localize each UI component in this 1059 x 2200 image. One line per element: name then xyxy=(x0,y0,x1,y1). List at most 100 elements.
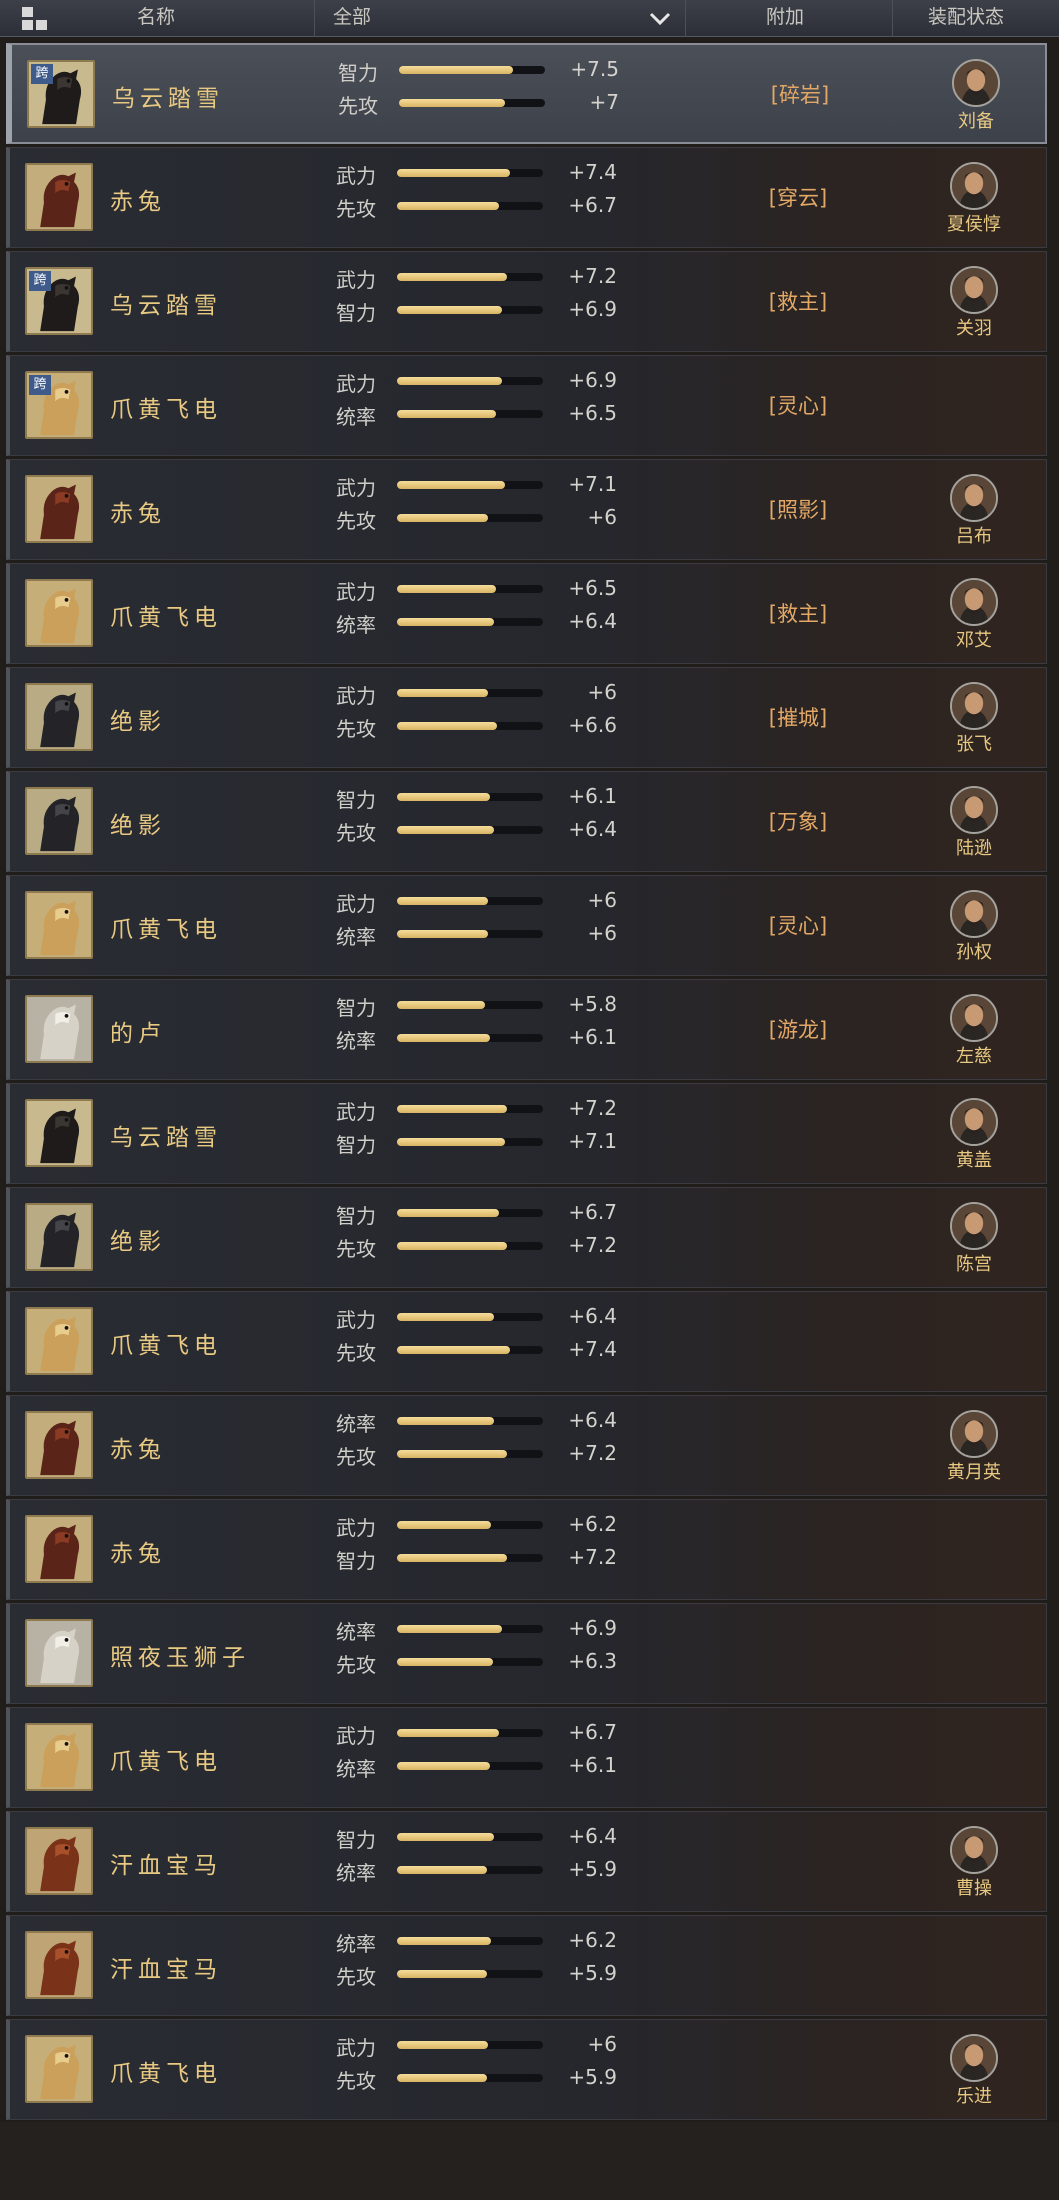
stat-bar-fill xyxy=(397,1417,495,1425)
stat-bar-fill xyxy=(397,514,489,522)
general-name: 乐进 xyxy=(956,2086,992,2107)
horse-row[interactable]: 跨爪黄飞电 武力 +6.9 统率 +6.5 [灵心] xyxy=(6,355,1047,456)
horse-row[interactable]: 绝影 智力 +6.7 先攻 +7.2 陈宫 xyxy=(6,1187,1047,1288)
horse-row[interactable]: 爪黄飞电 武力 +6.7 统率 +6.1 xyxy=(6,1707,1047,1808)
stat-value: +5.9 xyxy=(568,1857,617,1881)
stat-value: +6 xyxy=(587,2032,617,2056)
stat-bar-fill xyxy=(397,1105,507,1113)
stat-value: +6 xyxy=(587,680,617,704)
general-name: 孙权 xyxy=(956,942,992,963)
horse-row[interactable]: 爪黄飞电 武力 +6 先攻 +5.9 乐进 xyxy=(6,2019,1047,2120)
stat-bar-fill xyxy=(397,1450,507,1458)
stat-line: 统率 +6.1 xyxy=(10,1025,617,1053)
stat-bar-fill xyxy=(397,1554,507,1562)
horse-row[interactable]: 绝影 武力 +6 先攻 +6.6 [摧城] 张飞 xyxy=(6,667,1047,768)
stat-line: 智力 +7.1 xyxy=(10,1129,617,1157)
horse-row[interactable]: 照夜玉狮子 统率 +6.9 先攻 +6.3 xyxy=(6,1603,1047,1704)
stat-value: +5.8 xyxy=(568,992,617,1016)
stat-line: 统率 +6.9 xyxy=(10,1616,617,1644)
stat-label: 武力 xyxy=(336,1724,376,1748)
general-avatar xyxy=(950,578,998,626)
stat-label: 武力 xyxy=(336,1516,376,1540)
chevron-down-icon[interactable] xyxy=(648,8,672,28)
general-avatar xyxy=(950,1098,998,1146)
stat-bar-fill xyxy=(397,1001,486,1009)
horse-row[interactable]: 赤兔 统率 +6.4 先攻 +7.2 黄月英 xyxy=(6,1395,1047,1496)
stat-bar-fill xyxy=(397,1937,492,1945)
stat-value: +6.4 xyxy=(568,609,617,633)
stat-value: +6 xyxy=(587,505,617,529)
stat-label: 智力 xyxy=(336,301,376,325)
horse-row[interactable]: 汗血宝马 统率 +6.2 先攻 +5.9 xyxy=(6,1915,1047,2016)
bonus-column-header[interactable]: 附加 xyxy=(766,0,804,37)
horse-row[interactable]: 爪黄飞电 武力 +6.5 统率 +6.4 [救主] 邓艾 xyxy=(6,563,1047,664)
stat-bar-fill xyxy=(397,1313,495,1321)
stat-label: 武力 xyxy=(336,476,376,500)
stat-line: 统率 +6.5 xyxy=(10,401,617,429)
bonus-skill: [照影] xyxy=(768,498,828,522)
general-avatar xyxy=(952,59,1000,107)
general-avatar xyxy=(950,474,998,522)
stat-bar-fill xyxy=(397,1866,487,1874)
stat-bar-fill xyxy=(397,202,499,210)
stat-value: +6.6 xyxy=(568,713,617,737)
horse-row[interactable]: 乌云踏雪 武力 +7.2 智力 +7.1 黄盖 xyxy=(6,1083,1047,1184)
horse-row[interactable]: 的卢 智力 +5.8 统率 +6.1 [游龙] 左慈 xyxy=(6,979,1047,1080)
stat-label: 先攻 xyxy=(336,2069,376,2093)
general-avatar xyxy=(950,266,998,314)
stat-line: 智力 +6.7 xyxy=(10,1200,617,1228)
stat-bar-fill xyxy=(397,1658,493,1666)
stat-bar-fill xyxy=(397,169,510,177)
horse-row[interactable]: 赤兔 武力 +6.2 智力 +7.2 xyxy=(6,1499,1047,1600)
horse-row[interactable]: 赤兔 武力 +7.1 先攻 +6 [照影] 吕布 xyxy=(6,459,1047,560)
horse-row[interactable]: 汗血宝马 智力 +6.4 统率 +5.9 曹操 xyxy=(6,1811,1047,1912)
stat-label: 武力 xyxy=(336,684,376,708)
stat-line: 智力 +6.1 xyxy=(10,784,617,812)
stat-label: 统率 xyxy=(336,405,376,429)
stat-value: +6.1 xyxy=(568,1025,617,1049)
bonus-skill: [穿云] xyxy=(768,186,828,210)
stat-value: +7.2 xyxy=(568,1096,617,1120)
stat-value: +7 xyxy=(589,90,619,114)
name-column-header[interactable]: 名称 xyxy=(137,0,175,37)
stat-value: +7.5 xyxy=(570,57,619,81)
horse-row[interactable]: 跨乌云踏雪 武力 +7.2 智力 +6.9 [救主] 关羽 xyxy=(6,251,1047,352)
stat-label: 先攻 xyxy=(336,1445,376,1469)
stat-line: 先攻 +7.2 xyxy=(10,1233,617,1261)
header-divider xyxy=(892,0,893,37)
stat-value: +6.2 xyxy=(568,1928,617,1952)
stat-bar-fill xyxy=(397,689,489,697)
stat-bar-fill xyxy=(397,273,507,281)
grid-icon[interactable] xyxy=(22,7,48,31)
horse-row[interactable]: 赤兔 武力 +7.4 先攻 +6.7 [穿云] 夏侯惇 xyxy=(6,147,1047,248)
general-name: 张飞 xyxy=(956,734,992,755)
horse-row[interactable]: 爪黄飞电 武力 +6.4 先攻 +7.4 xyxy=(6,1291,1047,1392)
stat-value: +6.5 xyxy=(568,401,617,425)
stat-bar-fill xyxy=(397,930,489,938)
stat-line: 武力 +6.9 xyxy=(10,368,617,396)
stat-value: +7.1 xyxy=(568,1129,617,1153)
bonus-skill: [碎岩] xyxy=(770,83,830,107)
stat-line: 武力 +7.4 xyxy=(10,160,617,188)
stat-value: +6.7 xyxy=(568,193,617,217)
filter-dropdown-label[interactable]: 全部 xyxy=(333,0,371,37)
horse-row[interactable]: 绝影 智力 +6.1 先攻 +6.4 [万象] 陆逊 xyxy=(6,771,1047,872)
stat-value: +7.4 xyxy=(568,1337,617,1361)
bonus-skill: [游龙] xyxy=(768,1018,828,1042)
stat-label: 统率 xyxy=(336,925,376,949)
stat-bar-fill xyxy=(397,1729,499,1737)
bonus-skill: [救主] xyxy=(768,290,828,314)
stat-line: 武力 +6.4 xyxy=(10,1304,617,1332)
stat-value: +7.2 xyxy=(568,1545,617,1569)
stat-line: 先攻 +5.9 xyxy=(10,2065,617,2093)
bonus-skill: [灵心] xyxy=(768,914,828,938)
general-name: 夏侯惇 xyxy=(947,214,1001,235)
stat-label: 先攻 xyxy=(336,821,376,845)
horse-row[interactable]: 跨乌云踏雪 智力 +7.5 先攻 +7 [碎岩] 刘备 xyxy=(6,43,1047,144)
equip-status-column-header[interactable]: 装配状态 xyxy=(928,0,1004,37)
stat-bar-fill xyxy=(397,410,496,418)
bonus-skill: [救主] xyxy=(768,602,828,626)
horse-row[interactable]: 爪黄飞电 武力 +6 统率 +6 [灵心] 孙权 xyxy=(6,875,1047,976)
stat-bar-fill xyxy=(397,2074,487,2082)
stat-value: +6.3 xyxy=(568,1649,617,1673)
